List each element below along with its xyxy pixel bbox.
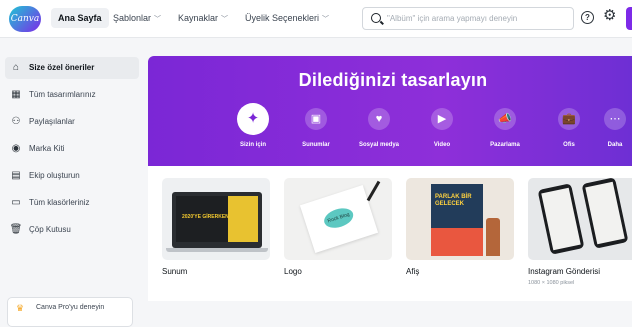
team-icon: ▤ bbox=[11, 170, 21, 181]
sidebar-item-label: Çöp Kutusu bbox=[29, 225, 71, 234]
create-design-button[interactable] bbox=[626, 7, 632, 30]
sidebar-item-label: Ekip oluşturun bbox=[29, 171, 80, 180]
category-label: Sizin için bbox=[239, 142, 266, 148]
sidebar-item-label: Size özel öneriler bbox=[29, 63, 95, 72]
sparkle-icon: ✦ bbox=[237, 103, 269, 135]
category-label: Ofis bbox=[563, 142, 575, 148]
card-label[interactable]: Instagram Gönderisi bbox=[528, 267, 600, 276]
nav-templates-label: Şablonlar bbox=[113, 13, 152, 23]
category-marketing[interactable]: 📣 Pazarlama bbox=[475, 108, 535, 148]
card-presentation[interactable]: 2020'YE GİRERKEN bbox=[162, 178, 270, 260]
sidebar-item-trash[interactable]: 🗑 Çöp Kutusu bbox=[5, 219, 139, 241]
sidebar-item-brand-kit[interactable]: ◉ Marka Kiti bbox=[5, 138, 139, 160]
chevron-down-icon: ﹀ bbox=[154, 16, 162, 23]
card-label[interactable]: Logo bbox=[284, 267, 302, 276]
thumb-text: PARLAK BİR GELECEK bbox=[435, 194, 472, 207]
category-label: Sunumlar bbox=[302, 142, 330, 148]
video-icon: ▶ bbox=[431, 108, 453, 130]
thumb-text: 2020'YE GİRERKEN bbox=[182, 214, 229, 220]
canva-logo[interactable]: Canva bbox=[9, 6, 41, 32]
laptop-thumbnail: 2020'YE GİRERKEN bbox=[166, 192, 268, 252]
nav-resources[interactable]: Kaynaklar ﹀ bbox=[178, 8, 228, 28]
search-input[interactable]: "Albüm" için arama yapmayı deneyin bbox=[387, 8, 517, 29]
hero-title: Dilediğinizi tasarlayın bbox=[298, 70, 488, 90]
folder-icon: ▭ bbox=[11, 197, 21, 208]
card-poster[interactable]: PARLAK BİR GELECEK bbox=[406, 178, 514, 260]
nav-resources-label: Kaynaklar bbox=[178, 13, 219, 23]
try-pro-button[interactable]: ♛ Canva Pro'yu deneyin bbox=[7, 297, 133, 327]
card-label[interactable]: Sunum bbox=[162, 267, 187, 276]
crown-icon: ♛ bbox=[16, 303, 25, 313]
top-bar: Canva Ana Sayfa Şablonlar ﹀ Kaynaklar ﹀ Üy… bbox=[0, 0, 632, 38]
presentation-icon: ▣ bbox=[305, 108, 327, 130]
sidebar-item-label: Paylaşılanlar bbox=[29, 117, 75, 126]
briefcase-icon: 💼 bbox=[558, 108, 580, 130]
grid-icon: ▦ bbox=[11, 89, 21, 100]
nav-home-label: Ana Sayfa bbox=[58, 13, 102, 23]
card-logo[interactable]: Rock Blog bbox=[284, 178, 392, 260]
gear-icon[interactable]: ⚙ bbox=[603, 7, 616, 25]
nav-membership[interactable]: Üyelik Seçenekleri ﹀ bbox=[245, 8, 329, 28]
sidebar-item-shared[interactable]: ⚇ Paylaşılanlar bbox=[5, 111, 139, 133]
sidebar-item-label: Tüm tasarımlarınız bbox=[29, 90, 96, 99]
people-icon: ⚇ bbox=[11, 116, 21, 127]
trash-icon: 🗑 bbox=[9, 224, 23, 235]
sidebar-item-recommendations[interactable]: ⌂ Size özel öneriler bbox=[5, 57, 139, 79]
category-office[interactable]: 💼 Ofis bbox=[539, 108, 599, 148]
help-icon[interactable]: ? bbox=[581, 11, 594, 24]
brand-icon: ◉ bbox=[11, 143, 21, 154]
category-label: Video bbox=[433, 142, 451, 148]
chevron-down-icon: ﹀ bbox=[221, 16, 229, 23]
category-label: Sosyal medya bbox=[358, 142, 400, 148]
category-presentations[interactable]: ▣ Sunumlar bbox=[286, 108, 346, 148]
thumb-text: Rock Blog bbox=[321, 204, 356, 232]
sidebar-item-all-designs[interactable]: ▦ Tüm tasarımlarınız bbox=[5, 84, 139, 106]
heart-icon: ♥ bbox=[368, 108, 390, 130]
search-bar[interactable]: "Albüm" için arama yapmayı deneyin bbox=[362, 7, 574, 30]
more-icon: ⋯ bbox=[604, 108, 626, 130]
category-label: Pazarlama bbox=[490, 142, 520, 148]
nav-membership-label: Üyelik Seçenekleri bbox=[245, 13, 320, 23]
pen-shape bbox=[366, 180, 381, 202]
sidebar-item-folders[interactable]: ▭ Tüm klasörleriniz bbox=[5, 192, 139, 214]
poster-thumbnail: PARLAK BİR GELECEK bbox=[431, 184, 483, 256]
megaphone-icon: 📣 bbox=[494, 108, 516, 130]
nav-home[interactable]: Ana Sayfa bbox=[51, 8, 109, 28]
try-pro-label: Canva Pro'yu deneyin bbox=[36, 304, 105, 311]
category-social-media[interactable]: ♥ Sosyal medya bbox=[349, 108, 409, 148]
phone-thumbnail bbox=[537, 183, 585, 255]
chevron-down-icon: ﹀ bbox=[322, 16, 330, 23]
template-cards: 2020'YE GİRERKEN Sunum Rock Blog Logo PA… bbox=[148, 166, 632, 301]
search-icon bbox=[371, 13, 381, 23]
plant-pot-shape bbox=[486, 218, 500, 256]
hero-banner: Dilediğinizi tasarlayın ✦ Sizin için ▣ S… bbox=[148, 56, 632, 166]
category-video[interactable]: ▶ Video bbox=[412, 108, 472, 148]
paper-thumbnail: Rock Blog bbox=[299, 185, 379, 253]
phone-thumbnail bbox=[581, 178, 629, 249]
card-instagram-post[interactable] bbox=[528, 178, 632, 260]
home-icon: ⌂ bbox=[12, 62, 20, 73]
category-for-you[interactable]: ✦ Sizin için bbox=[223, 103, 283, 148]
sidebar-item-label: Tüm klasörleriniz bbox=[29, 198, 90, 207]
category-label: Daha bbox=[607, 142, 623, 148]
card-dimensions: 1080 × 1080 piksel bbox=[528, 280, 575, 286]
sidebar-item-label: Marka Kiti bbox=[29, 144, 65, 153]
sidebar-item-create-team[interactable]: ▤ Ekip oluşturun bbox=[5, 165, 139, 187]
category-more[interactable]: ⋯ Daha bbox=[598, 108, 632, 148]
nav-templates[interactable]: Şablonlar ﹀ bbox=[113, 8, 161, 28]
card-label[interactable]: Afiş bbox=[406, 267, 419, 276]
